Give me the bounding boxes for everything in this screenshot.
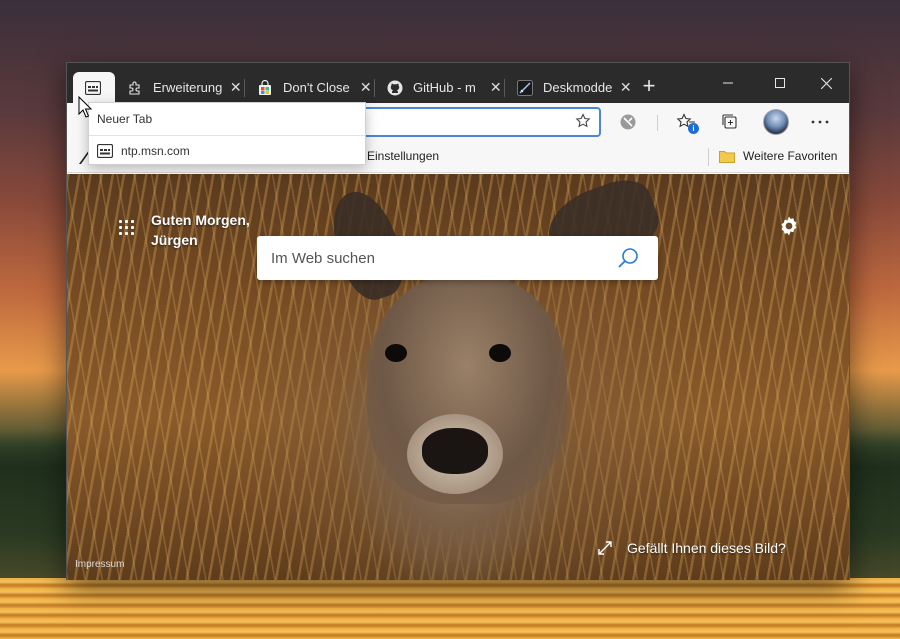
tab-title: Deskmodder <box>543 80 613 95</box>
minimize-button[interactable] <box>705 69 751 97</box>
favorites-button[interactable]: i <box>673 109 699 135</box>
close-icon[interactable]: ✕ <box>358 79 373 96</box>
toolbar-divider <box>657 115 658 131</box>
favorite-label: Einstellungen <box>367 149 440 163</box>
greeting-line: Guten Morgen, <box>151 212 250 228</box>
gear-icon[interactable] <box>777 214 801 238</box>
background-image-eye <box>385 344 407 362</box>
app-launcher-icon[interactable] <box>119 220 135 236</box>
store-icon <box>257 79 273 96</box>
hover-card-url-text: ntp.msn.com <box>121 144 190 158</box>
desktop-background-water <box>0 578 900 639</box>
tab-strip: Erweiterungen ✕ Don't Close ✕ GitHub - m… <box>67 63 849 103</box>
newtab-page-icon <box>97 144 113 158</box>
close-icon[interactable]: ✕ <box>618 79 633 96</box>
new-tab-page: Guten Morgen, Jürgen Impressum Gefällt I… <box>67 174 849 580</box>
github-icon <box>387 80 403 96</box>
tab-dont-close[interactable]: Don't Close ✕ <box>245 72 373 103</box>
tab-title: GitHub - m <box>413 80 476 95</box>
tab-title: Don't Close <box>283 80 350 95</box>
new-tab-button[interactable]: + <box>637 75 661 99</box>
greeting: Guten Morgen, Jürgen <box>151 210 250 250</box>
tab-erweiterungen[interactable]: Erweiterungen ✕ <box>115 72 243 103</box>
close-window-button[interactable] <box>803 69 849 97</box>
favorite-item-einstellungen[interactable]: Einstellungen <box>367 149 439 163</box>
maximize-button[interactable] <box>757 69 803 97</box>
other-favorites-folder[interactable]: Weitere Favoriten <box>719 149 837 163</box>
info-badge: i <box>688 123 699 134</box>
favorites-divider <box>708 148 709 166</box>
tab-title: Erweiterungen <box>153 80 223 95</box>
folder-icon <box>719 150 735 163</box>
expand-icon <box>597 540 613 556</box>
star-icon[interactable] <box>575 113 591 134</box>
background-image-nose <box>422 428 488 474</box>
collections-button[interactable] <box>717 109 743 135</box>
mouse-cursor-icon <box>78 95 93 118</box>
close-icon[interactable]: ✕ <box>228 79 243 96</box>
web-search-box <box>257 236 658 280</box>
close-icon[interactable]: ✕ <box>488 79 503 96</box>
profile-avatar[interactable] <box>763 109 789 135</box>
search-input[interactable] <box>257 236 597 280</box>
like-image-link[interactable]: Gefällt Ihnen dieses Bild? <box>597 540 786 556</box>
hover-card-url: ntp.msn.com <box>97 144 190 158</box>
tab-deskmodder[interactable]: Deskmodder ✕ <box>505 72 633 103</box>
tab-github[interactable]: GitHub - m ✕ <box>375 72 503 103</box>
background-image-eye <box>489 344 511 362</box>
impressum-link[interactable]: Impressum <box>75 559 124 570</box>
search-icon[interactable] <box>616 246 640 270</box>
tab-hover-card: Neuer Tab ntp.msn.com <box>88 102 366 165</box>
puzzle-icon <box>127 80 143 96</box>
more-menu-button[interactable] <box>807 109 833 135</box>
folder-label: Weitere Favoriten <box>743 149 838 163</box>
greeting-name: Jürgen <box>151 232 198 248</box>
like-image-label: Gefällt Ihnen dieses Bild? <box>627 540 786 556</box>
hover-card-divider <box>89 135 365 136</box>
hover-card-title: Neuer Tab <box>97 112 153 126</box>
newtab-page-icon <box>85 80 101 96</box>
deskmodder-icon <box>517 79 533 96</box>
extension-icon[interactable] <box>615 109 641 135</box>
